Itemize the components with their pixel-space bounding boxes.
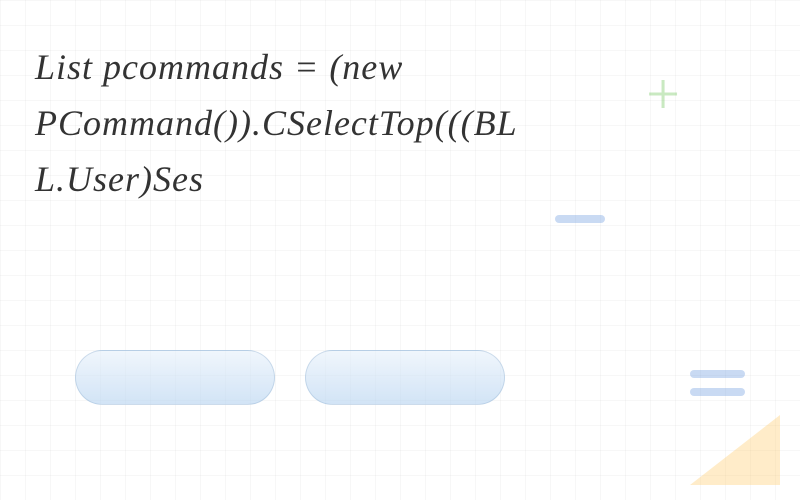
code-snippet-text: List pcommands = (new PCommand()).CSelec… [35,40,520,207]
